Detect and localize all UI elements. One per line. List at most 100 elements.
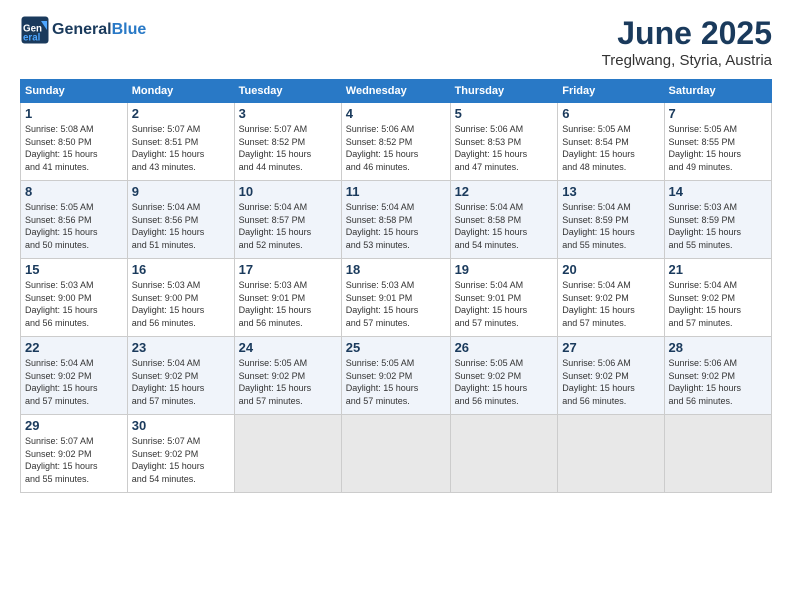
calendar-body: 1 Sunrise: 5:08 AM Sunset: 8:50 PM Daylig…	[21, 103, 772, 493]
logo-general: GeneralBlue	[52, 21, 146, 39]
table-row: 11 Sunrise: 5:04 AM Sunset: 8:58 PM Dayli…	[341, 181, 450, 259]
table-row: 6Sunrise: 5:05 AM Sunset: 8:54 PM Daylig…	[558, 103, 664, 181]
day-number: 5	[455, 106, 554, 121]
day-number: 9	[132, 184, 230, 199]
table-row: 12Sunrise: 5:04 AM Sunset: 8:58 PM Dayli…	[450, 181, 558, 259]
table-row: 17Sunrise: 5:03 AM Sunset: 9:01 PM Dayli…	[234, 259, 341, 337]
table-row: 3Sunrise: 5:07 AM Sunset: 8:52 PM Daylig…	[234, 103, 341, 181]
table-row: 20Sunrise: 5:04 AM Sunset: 9:02 PM Dayli…	[558, 259, 664, 337]
day-number: 16	[132, 262, 230, 277]
page: Gen eral GeneralBlue June 2025 Treglwang…	[0, 0, 792, 612]
day-number: 3	[239, 106, 337, 121]
day-info: Sunrise: 5:05 AM Sunset: 9:02 PM Dayligh…	[239, 357, 337, 407]
day-number: 25	[346, 340, 446, 355]
table-row: 5 Sunrise: 5:06 AM Sunset: 8:53 PM Daylig…	[450, 103, 558, 181]
table-row: 28 Sunrise: 5:06 AM Sunset: 9:02 PM Dayli…	[664, 337, 771, 415]
table-row	[558, 415, 664, 493]
week-row: 1 Sunrise: 5:08 AM Sunset: 8:50 PM Daylig…	[21, 103, 772, 181]
month-title: June 2025	[602, 15, 772, 52]
day-info: Sunrise: 5:04 AM Sunset: 9:01 PM Dayligh…	[455, 279, 554, 329]
logo-icon: Gen eral	[20, 15, 50, 45]
day-number: 12	[455, 184, 554, 199]
table-row	[664, 415, 771, 493]
table-row: 2 Sunrise: 5:07 AM Sunset: 8:51 PM Daylig…	[127, 103, 234, 181]
day-number: 28	[669, 340, 767, 355]
table-row: 1 Sunrise: 5:08 AM Sunset: 8:50 PM Daylig…	[21, 103, 128, 181]
day-number: 11	[346, 184, 446, 199]
day-number: 30	[132, 418, 230, 433]
day-info: Sunrise: 5:04 AM Sunset: 8:56 PM Dayligh…	[132, 201, 230, 251]
table-row	[234, 415, 341, 493]
day-info: Sunrise: 5:04 AM Sunset: 8:59 PM Dayligh…	[562, 201, 659, 251]
day-number: 1	[25, 106, 123, 121]
day-info: Sunrise: 5:07 AM Sunset: 9:02 PM Dayligh…	[132, 435, 230, 485]
header: Gen eral GeneralBlue June 2025 Treglwang…	[20, 15, 772, 69]
col-saturday: Saturday	[664, 80, 771, 103]
day-info: Sunrise: 5:03 AM Sunset: 9:01 PM Dayligh…	[346, 279, 446, 329]
title-block: June 2025 Treglwang, Styria, Austria	[602, 15, 772, 69]
table-row: 16 Sunrise: 5:03 AM Sunset: 9:00 PM Dayli…	[127, 259, 234, 337]
day-info: Sunrise: 5:06 AM Sunset: 8:53 PM Dayligh…	[455, 123, 554, 173]
day-number: 29	[25, 418, 123, 433]
day-info: Sunrise: 5:06 AM Sunset: 8:52 PM Dayligh…	[346, 123, 446, 173]
header-row: Sunday Monday Tuesday Wednesday Thursday…	[21, 80, 772, 103]
svg-text:eral: eral	[23, 33, 41, 44]
table-row: 27 Sunrise: 5:06 AM Sunset: 9:02 PM Dayli…	[558, 337, 664, 415]
table-row	[341, 415, 450, 493]
day-info: Sunrise: 5:04 AM Sunset: 8:58 PM Dayligh…	[346, 201, 446, 251]
location: Treglwang, Styria, Austria	[602, 52, 772, 69]
day-number: 23	[132, 340, 230, 355]
day-number: 8	[25, 184, 123, 199]
day-info: Sunrise: 5:04 AM Sunset: 9:02 PM Dayligh…	[669, 279, 767, 329]
day-number: 27	[562, 340, 659, 355]
day-number: 2	[132, 106, 230, 121]
day-number: 13	[562, 184, 659, 199]
table-row: 4 Sunrise: 5:06 AM Sunset: 8:52 PM Daylig…	[341, 103, 450, 181]
day-info: Sunrise: 5:05 AM Sunset: 9:02 PM Dayligh…	[346, 357, 446, 407]
day-info: Sunrise: 5:06 AM Sunset: 9:02 PM Dayligh…	[562, 357, 659, 407]
day-info: Sunrise: 5:05 AM Sunset: 8:56 PM Dayligh…	[25, 201, 123, 251]
day-number: 10	[239, 184, 337, 199]
table-row: 22 Sunrise: 5:04 AM Sunset: 9:02 PM Dayli…	[21, 337, 128, 415]
day-number: 14	[669, 184, 767, 199]
day-number: 7	[669, 106, 767, 121]
table-row: 19 Sunrise: 5:04 AM Sunset: 9:01 PM Dayli…	[450, 259, 558, 337]
day-info: Sunrise: 5:03 AM Sunset: 9:00 PM Dayligh…	[132, 279, 230, 329]
day-number: 6	[562, 106, 659, 121]
calendar-table: Sunday Monday Tuesday Wednesday Thursday…	[20, 79, 772, 493]
day-number: 21	[669, 262, 767, 277]
day-info: Sunrise: 5:03 AM Sunset: 9:00 PM Dayligh…	[25, 279, 123, 329]
day-number: 22	[25, 340, 123, 355]
day-info: Sunrise: 5:03 AM Sunset: 8:59 PM Dayligh…	[669, 201, 767, 251]
table-row: 13 Sunrise: 5:04 AM Sunset: 8:59 PM Dayli…	[558, 181, 664, 259]
table-row: 18Sunrise: 5:03 AM Sunset: 9:01 PM Dayli…	[341, 259, 450, 337]
day-info: Sunrise: 5:06 AM Sunset: 9:02 PM Dayligh…	[669, 357, 767, 407]
day-info: Sunrise: 5:04 AM Sunset: 9:02 PM Dayligh…	[25, 357, 123, 407]
col-friday: Friday	[558, 80, 664, 103]
table-row: 23 Sunrise: 5:04 AM Sunset: 9:02 PM Dayli…	[127, 337, 234, 415]
table-row: 7 Sunrise: 5:05 AM Sunset: 8:55 PM Daylig…	[664, 103, 771, 181]
week-row: 22 Sunrise: 5:04 AM Sunset: 9:02 PM Dayli…	[21, 337, 772, 415]
table-row	[450, 415, 558, 493]
day-info: Sunrise: 5:04 AM Sunset: 9:02 PM Dayligh…	[562, 279, 659, 329]
table-row: 8 Sunrise: 5:05 AM Sunset: 8:56 PM Daylig…	[21, 181, 128, 259]
week-row: 15 Sunrise: 5:03 AM Sunset: 9:00 PM Dayli…	[21, 259, 772, 337]
col-monday: Monday	[127, 80, 234, 103]
col-wednesday: Wednesday	[341, 80, 450, 103]
day-info: Sunrise: 5:05 AM Sunset: 8:55 PM Dayligh…	[669, 123, 767, 173]
day-number: 4	[346, 106, 446, 121]
day-number: 19	[455, 262, 554, 277]
day-info: Sunrise: 5:04 AM Sunset: 9:02 PM Dayligh…	[132, 357, 230, 407]
table-row: 30 Sunrise: 5:07 AM Sunset: 9:02 PM Dayli…	[127, 415, 234, 493]
day-info: Sunrise: 5:05 AM Sunset: 9:02 PM Dayligh…	[455, 357, 554, 407]
col-thursday: Thursday	[450, 80, 558, 103]
table-row: 29Sunrise: 5:07 AM Sunset: 9:02 PM Dayli…	[21, 415, 128, 493]
day-number: 15	[25, 262, 123, 277]
day-number: 24	[239, 340, 337, 355]
week-row: 29 Sunrise: 5:07 AM Sunset: 9:02 PM Dayli…	[21, 415, 772, 493]
table-row: 9 Sunrise: 5:04 AM Sunset: 8:56 PM Daylig…	[127, 181, 234, 259]
day-info: Sunrise: 5:07 AM Sunset: 8:51 PM Dayligh…	[132, 123, 230, 173]
table-row: 14 Sunrise: 5:03 AM Sunset: 8:59 PM Dayli…	[664, 181, 771, 259]
col-sunday: Sunday	[21, 80, 128, 103]
day-info: Sunrise: 5:08 AM Sunset: 8:50 PM Dayligh…	[25, 123, 123, 173]
